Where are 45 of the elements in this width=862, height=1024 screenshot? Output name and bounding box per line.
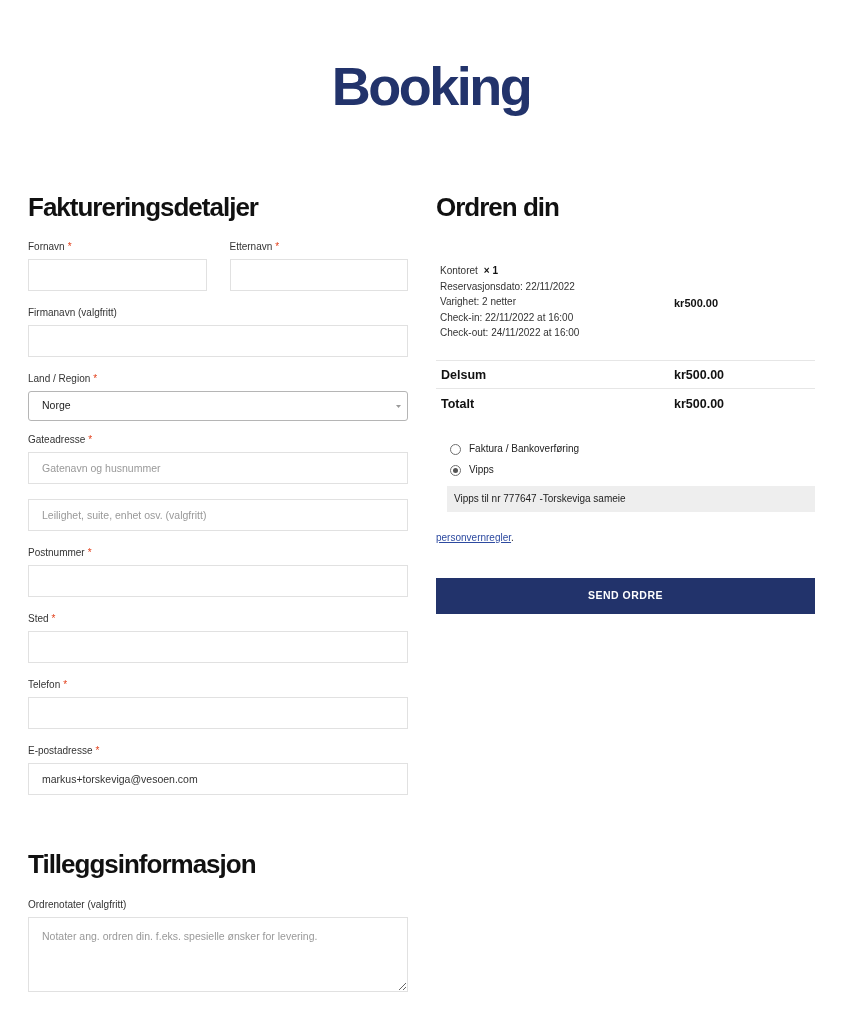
privacy-policy-link[interactable]: personvernregler	[436, 531, 512, 543]
totals-amount: kr500.00	[674, 396, 725, 411]
site-logo[interactable]: Booking	[331, 55, 531, 117]
country-select[interactable]: Norge	[28, 391, 408, 421]
privacy-text: personvernregler.	[436, 530, 515, 545]
radio-button[interactable]	[450, 464, 461, 476]
text-field[interactable]	[28, 697, 408, 729]
field-label: Etternavn *	[229, 240, 281, 254]
text-field[interactable]	[28, 631, 408, 663]
section-heading: Ordren din	[436, 192, 560, 222]
field-label: E-postadresse *	[28, 744, 101, 758]
field-label: Ordrenotater (valgfritt)	[28, 898, 128, 912]
payment-method-label[interactable]: Faktura / Bankoverføring	[469, 442, 580, 456]
text-field[interactable]: markus+torskeviga@vesoen.com	[28, 763, 408, 795]
caret-icon	[396, 404, 401, 408]
item-detail: Check-out: 24/11/2022 at 16:00	[440, 326, 580, 340]
item-detail: Check-in: 22/11/2022 at 16:00	[440, 310, 574, 325]
product-name: Kontoret	[440, 264, 478, 278]
totals-label: Totalt	[441, 396, 475, 411]
field-label: Postnummer *	[28, 546, 93, 560]
field-label: Land / Region *	[28, 372, 99, 386]
field-label: Gateadresse *	[28, 433, 94, 447]
section-heading: Faktureringsdetaljer	[28, 192, 260, 222]
text-field[interactable]: Leilighet, suite, enhet osv. (valgfritt)	[28, 499, 408, 531]
notes-field[interactable]: Notater ang. ordren din. f.eks. spesielle ønsker for levering.	[28, 917, 408, 992]
radio-button[interactable]	[450, 443, 461, 455]
item-detail: Reservasjonsdato: 22/11/2022	[440, 279, 575, 294]
send-order-button[interactable]: SEND ORDRE	[436, 577, 815, 614]
totals-amount: kr500.00	[674, 368, 725, 382]
text-field[interactable]	[28, 259, 207, 291]
text-field[interactable]	[229, 259, 408, 291]
section-heading: Tilleggsinformasjon	[28, 849, 257, 879]
field-label: Sted *	[28, 612, 57, 626]
field-label: Fornavn *	[28, 240, 73, 254]
item-detail: Varighet: 2 netter	[440, 295, 516, 309]
field-label: Firmanavn (valgfritt)	[28, 306, 118, 320]
product-quantity: × 1	[483, 264, 498, 278]
totals-label: Delsum	[441, 368, 487, 382]
payment-description: Vipps til nr 777647 -Torskeviga sameie	[447, 485, 815, 512]
text-field[interactable]: Gatenavn og husnummer	[28, 452, 408, 484]
text-field[interactable]	[28, 325, 408, 357]
field-label: Telefon *	[28, 678, 69, 692]
text-field[interactable]	[28, 565, 408, 597]
payment-method-label[interactable]: Vipps	[469, 463, 494, 477]
item-price: kr500.00	[674, 296, 719, 309]
